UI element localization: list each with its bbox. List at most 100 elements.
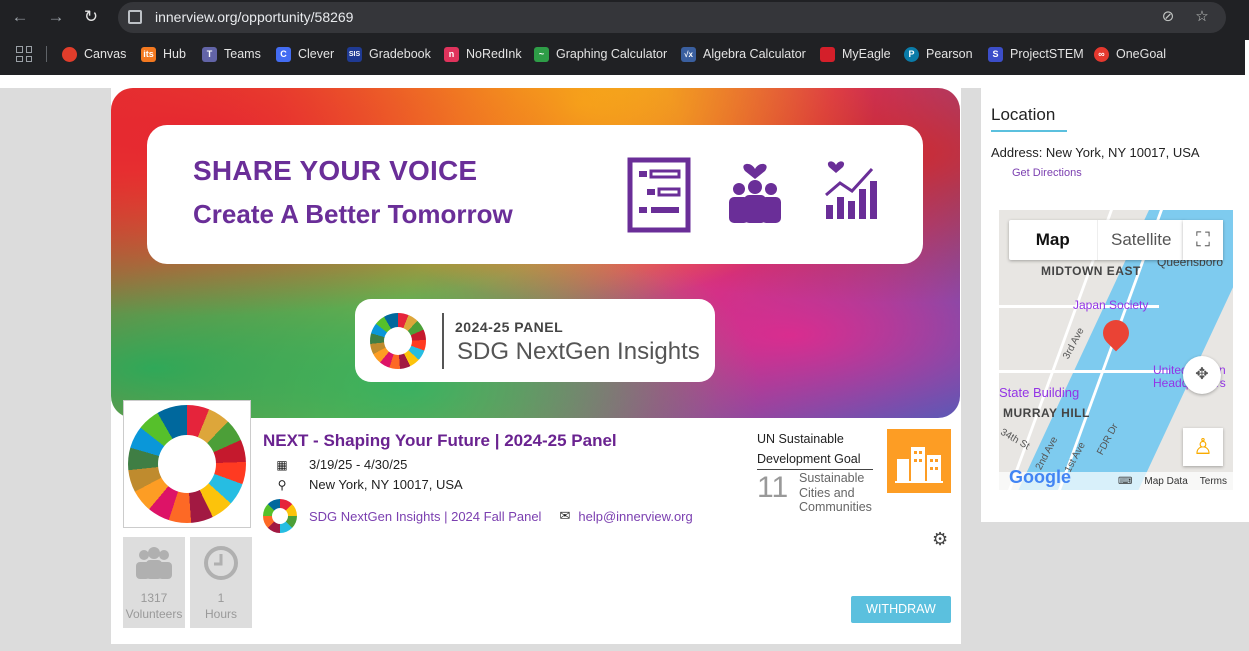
sdg-divider (757, 469, 873, 470)
bookmark-teams[interactable]: T Teams (202, 44, 261, 64)
location-address: Address: New York, NY 10017, USA (991, 145, 1200, 160)
projectstem-icon: S (988, 46, 1003, 62)
map-tab[interactable]: Map (1009, 220, 1097, 260)
hours-label: Hours (204, 607, 237, 621)
keyboard-icon[interactable]: ⌨ (1118, 476, 1132, 487)
sdg-city-tile[interactable] (887, 429, 951, 493)
bookmark-graphing-calculator[interactable]: ~ Graphing Calculator (534, 44, 667, 64)
sdg-name: Sustainable Cities and Communities (799, 471, 872, 514)
google-logo: Google (1009, 467, 1071, 487)
bookmark-gradebook[interactable]: SIS Gradebook (347, 44, 431, 64)
map-label-japan-society: Japan Society (1073, 298, 1149, 312)
clever-icon: C (276, 46, 291, 62)
apps-grid-icon[interactable] (16, 46, 32, 62)
clock-icon (190, 545, 252, 583)
opportunity-banner: SHARE YOUR VOICE Create A Better Tomorro… (111, 88, 960, 418)
organization-link[interactable]: SDG NextGen Insights | 2024 Fall Panel (309, 509, 541, 524)
page-top-strip (0, 75, 1249, 88)
browser-chrome: ← → ↻ innerview.org/opportunity/58269 ⊘ … (0, 0, 1249, 75)
bookmark-algebra-calculator[interactable]: √x Algebra Calculator (681, 44, 806, 64)
canvas-icon (62, 46, 77, 62)
envelope-icon: ✉ (559, 508, 571, 523)
email-link[interactable]: help@innerview.org (578, 509, 692, 524)
page-body: SHARE YOUR VOICE Create A Better Tomorro… (0, 75, 1249, 651)
city-buildings-icon (895, 447, 943, 483)
organization-logo (123, 400, 251, 528)
back-arrow-icon[interactable]: ← (9, 6, 31, 28)
banner-panel-box: 2024-25 PANEL SDG NextGen Insights (355, 299, 715, 382)
hours-count: 1 (217, 591, 225, 605)
survey-form-icon (627, 157, 691, 233)
map-label-midtown: MIDTOWN EAST (1041, 264, 1141, 278)
withdraw-button[interactable]: WITHDRAW (851, 596, 951, 623)
users-icon (123, 545, 185, 583)
location-card: Location Address: New York, NY 10017, US… (981, 88, 1249, 522)
bookmarks-bar: Canvas its Hub T Teams C Clever SIS Gradeboo… (0, 40, 1249, 68)
hub-icon: its (141, 46, 156, 62)
hours-stat: 1 Hours (190, 537, 252, 628)
bookmark-projectstem[interactable]: S ProjectSTEM (988, 44, 1084, 64)
map-street (999, 370, 1169, 373)
opportunity-title: NEXT - Shaping Your Future | 2024-25 Pan… (263, 431, 617, 450)
forward-arrow-icon[interactable]: → (45, 6, 67, 28)
map-label-34th-st: 34th St (999, 426, 1032, 453)
map-label-state-building: State Building (999, 385, 1080, 400)
fullscreen-icon[interactable]: ⛶ (1183, 220, 1223, 260)
calendar-icon: ▦ (276, 457, 288, 472)
sdg-wheel-logo-icon (128, 405, 246, 523)
bookmark-canvas[interactable]: Canvas (62, 44, 126, 64)
banner-headline: SHARE YOUR VOICE (193, 155, 478, 186)
location-title: Location (991, 105, 1056, 124)
organization-row: SDG NextGen Insights | 2024 Fall Panel ✉… (263, 499, 693, 533)
bookmark-pearson[interactable]: P Pearson (904, 44, 973, 64)
sdg-label: UN Sustainable Development Goal (757, 432, 861, 466)
map-label-murray-hill: MURRAY HILL (1003, 406, 1090, 420)
volunteers-label: Volunteers (125, 607, 183, 621)
eye-off-icon[interactable]: ⊘ (1158, 7, 1178, 27)
bookmark-star-icon[interactable]: ☆ (1192, 7, 1212, 27)
volunteers-count: 1317 (140, 591, 168, 605)
satellite-tab[interactable]: Satellite (1096, 220, 1186, 260)
sdg-number: 11 (757, 471, 789, 504)
bookmark-divider (46, 46, 47, 62)
banner-message-box: SHARE YOUR VOICE Create A Better Tomorro… (147, 125, 923, 264)
volunteers-stat: 1317 Volunteers (123, 537, 185, 628)
bookmark-clever[interactable]: C Clever (276, 44, 334, 64)
gear-icon[interactable]: ⚙ (932, 529, 948, 550)
bookmark-onegoal[interactable]: ∞ OneGoal (1094, 44, 1166, 64)
sis-icon: SIS (347, 46, 362, 62)
graphing-icon: ~ (534, 46, 549, 62)
site-info-icon[interactable] (128, 10, 142, 24)
panel-year: 2024-25 PANEL (455, 319, 564, 335)
sdg-wheel-icon (370, 313, 426, 369)
map-marker-icon: ⚲ (277, 477, 287, 492)
camera-control-icon[interactable]: ✥ (1183, 356, 1221, 394)
terms-link[interactable]: Terms (1200, 476, 1227, 487)
get-directions-link[interactable]: Get Directions (1012, 167, 1082, 179)
people-heart-icon (729, 163, 781, 223)
street-view-pegman-icon[interactable]: ♙ (1183, 428, 1223, 466)
banner-subheadline: Create A Better Tomorrow (193, 199, 513, 229)
bookmark-noredink[interactable]: n NoRedInk (444, 44, 522, 64)
growth-chart-icon (825, 161, 877, 219)
bookmark-hub[interactable]: its Hub (141, 44, 186, 64)
algebra-icon: √x (681, 46, 696, 62)
reload-icon[interactable]: ↻ (80, 6, 102, 28)
date-row: ▦ 3/19/25 - 4/30/25 (274, 457, 407, 472)
noredink-icon: n (444, 46, 459, 62)
bookmark-myeagle[interactable]: MyEagle (820, 44, 891, 64)
url-text[interactable]: innerview.org/opportunity/58269 (155, 9, 353, 25)
panel-name: SDG NextGen Insights (457, 338, 700, 365)
scrollbar-edge (1245, 40, 1249, 75)
google-map[interactable]: MIDTOWN EAST Queensboro Japan Society St… (999, 210, 1233, 490)
location-row: ⚲ New York, NY 10017, USA (274, 477, 463, 492)
myeagle-icon (820, 46, 835, 62)
onegoal-icon: ∞ (1094, 46, 1109, 62)
teams-icon: T (202, 46, 217, 62)
map-type-toggle: Map Satellite (1009, 220, 1185, 260)
map-data-link[interactable]: Map Data (1144, 476, 1187, 487)
location-underline (991, 130, 1067, 132)
panel-divider (442, 313, 444, 369)
address-bar[interactable]: innerview.org/opportunity/58269 ⊘ ☆ (118, 2, 1226, 33)
organization-small-logo[interactable] (263, 499, 297, 533)
